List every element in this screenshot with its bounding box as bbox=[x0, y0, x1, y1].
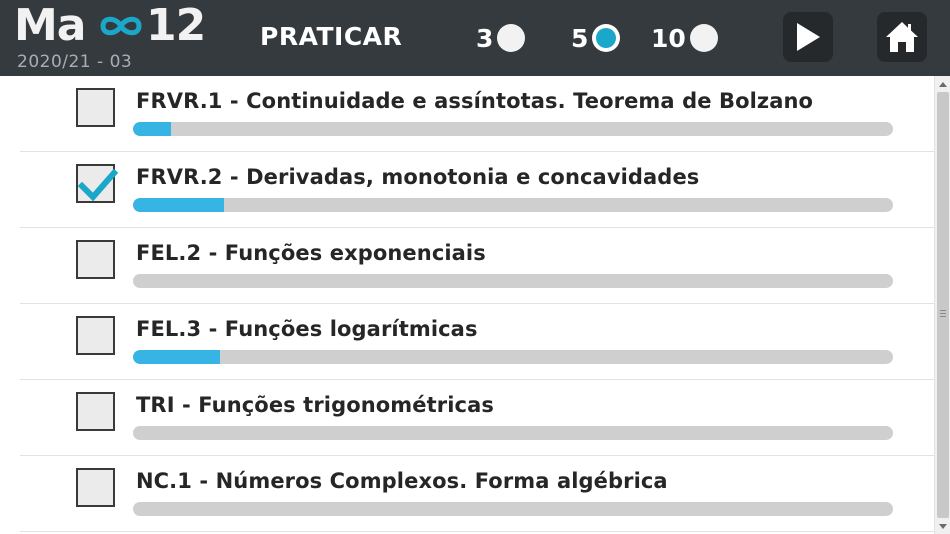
arrow-up-icon bbox=[939, 81, 947, 87]
home-button[interactable] bbox=[877, 12, 927, 62]
arrow-down-icon bbox=[939, 523, 947, 529]
topic-checkbox[interactable] bbox=[76, 240, 115, 279]
school-year: 2020/21 - 03 bbox=[17, 52, 133, 72]
topic-row[interactable]: FEL.2 - Funções exponenciais bbox=[20, 228, 934, 304]
topic-label: NC.1 - Números Complexos. Forma algébric… bbox=[136, 469, 668, 493]
play-button[interactable] bbox=[783, 12, 833, 62]
count-option-10[interactable]: 10 bbox=[651, 22, 718, 54]
progress-bar bbox=[133, 426, 893, 440]
scroll-up-button[interactable] bbox=[935, 76, 950, 92]
progress-fill bbox=[133, 122, 171, 136]
topic-list[interactable]: FRVR.1 - Continuidade e assíntotas. Teor… bbox=[0, 76, 934, 534]
app-header: Ma 12 2020/21 - 03 PRATICAR 3 5 10 bbox=[0, 0, 950, 76]
topic-checkbox[interactable] bbox=[76, 468, 115, 507]
count-option-label: 5 bbox=[571, 23, 589, 53]
topic-row[interactable]: TRI - Funções trigonométricas bbox=[20, 380, 934, 456]
mode-label: PRATICAR bbox=[260, 22, 403, 51]
count-option-3[interactable]: 3 bbox=[476, 22, 526, 54]
topic-row[interactable]: FRVR.2 - Derivadas, monotonia e concavid… bbox=[20, 152, 934, 228]
topic-row[interactable]: FEL.3 - Funções logarítmicas bbox=[20, 304, 934, 380]
play-icon bbox=[797, 23, 820, 51]
radio-3[interactable] bbox=[497, 24, 526, 52]
progress-fill bbox=[133, 350, 221, 364]
home-icon bbox=[886, 22, 918, 52]
app-logo: Ma 12 bbox=[14, 2, 214, 50]
checkmark-icon bbox=[77, 168, 119, 202]
scroll-thumb[interactable] bbox=[937, 92, 949, 518]
count-option-label: 3 bbox=[476, 23, 494, 53]
progress-bar bbox=[133, 350, 893, 364]
scroll-down-button[interactable] bbox=[935, 518, 950, 534]
topic-label: FEL.2 - Funções exponenciais bbox=[136, 241, 486, 265]
vertical-scrollbar[interactable] bbox=[934, 76, 950, 534]
radio-5[interactable] bbox=[592, 24, 621, 52]
progress-bar bbox=[133, 502, 893, 516]
topic-checkbox[interactable] bbox=[76, 316, 115, 355]
radio-10[interactable] bbox=[689, 24, 718, 52]
topic-label: FEL.3 - Funções logarítmicas bbox=[136, 317, 478, 341]
topic-row[interactable]: NC.1 - Números Complexos. Forma algébric… bbox=[20, 456, 934, 532]
logo-prefix: Ma bbox=[14, 0, 86, 51]
topic-label: TRI - Funções trigonométricas bbox=[136, 393, 494, 417]
logo-suffix: 12 bbox=[146, 0, 206, 51]
progress-bar bbox=[133, 274, 893, 288]
topic-checkbox[interactable] bbox=[76, 164, 119, 203]
infinity-icon bbox=[100, 16, 142, 36]
topic-row[interactable]: FRVR.1 - Continuidade e assíntotas. Teor… bbox=[20, 76, 934, 152]
progress-fill bbox=[133, 198, 225, 212]
count-option-5[interactable]: 5 bbox=[571, 22, 621, 54]
topic-checkbox[interactable] bbox=[76, 88, 115, 127]
count-option-label: 10 bbox=[651, 23, 686, 53]
progress-bar bbox=[133, 122, 893, 136]
topic-label: FRVR.1 - Continuidade e assíntotas. Teor… bbox=[136, 89, 814, 113]
progress-bar bbox=[133, 198, 893, 212]
topic-label: FRVR.2 - Derivadas, monotonia e concavid… bbox=[136, 165, 700, 189]
topic-checkbox[interactable] bbox=[76, 392, 115, 431]
